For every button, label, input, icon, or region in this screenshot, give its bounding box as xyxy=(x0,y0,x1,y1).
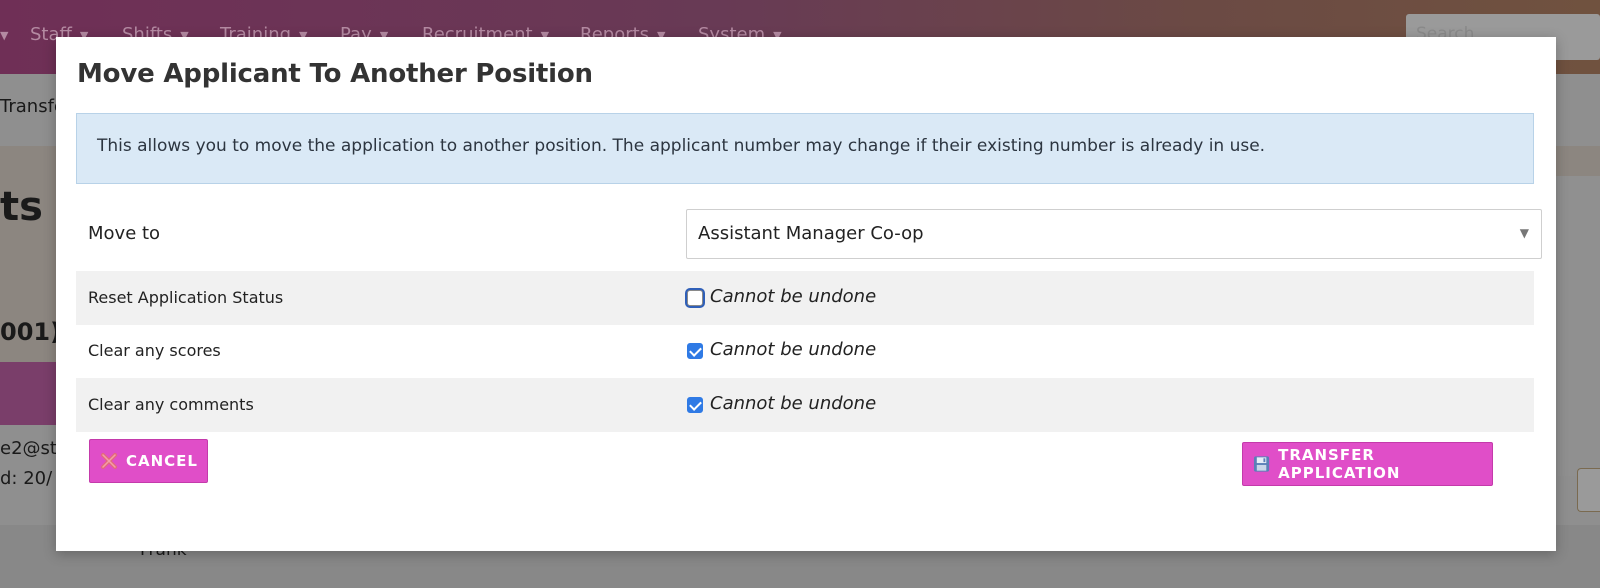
clear-scores-label: Clear any scores xyxy=(88,341,221,360)
date-fragment: d: 20/ xyxy=(0,468,53,489)
chevron-down-icon: ▼ xyxy=(1519,226,1529,240)
clear-scores-row: Clear any scores Cannot be undone xyxy=(76,325,1534,378)
page-subheading-fragment: 001) xyxy=(0,318,62,346)
comment-icon xyxy=(1577,468,1600,512)
modal-title: Move Applicant To Another Position xyxy=(77,59,593,89)
clear-scores-note: Cannot be undone xyxy=(710,339,877,360)
clear-comments-note: Cannot be undone xyxy=(710,393,877,414)
clear-comments-label: Clear any comments xyxy=(88,395,254,414)
position-select-value: Assistant Manager Co-op xyxy=(698,223,924,244)
nav-caret-icon: ▼ xyxy=(0,28,9,42)
cancel-icon xyxy=(101,453,117,469)
move-applicant-modal: Move Applicant To Another Position This … xyxy=(56,37,1556,551)
reset-status-note: Cannot be undone xyxy=(710,286,877,307)
clear-comments-checkbox[interactable] xyxy=(687,397,703,413)
transfer-application-button[interactable]: TRANSFER APPLICATION xyxy=(1242,442,1493,486)
clear-comments-row: Clear any comments Cannot be undone xyxy=(76,378,1534,432)
move-to-row: Move to Assistant Manager Co-op ▼ xyxy=(76,197,1542,271)
reset-status-label: Reset Application Status xyxy=(88,288,284,307)
cancel-button-label: CANCEL xyxy=(126,452,198,470)
position-select[interactable]: Assistant Manager Co-op ▼ xyxy=(686,209,1542,259)
cancel-button[interactable]: CANCEL xyxy=(89,439,208,483)
reset-status-checkbox[interactable] xyxy=(687,290,703,306)
reset-status-row: Reset Application Status Cannot be undon… xyxy=(76,271,1534,325)
move-to-label: Move to xyxy=(88,223,161,244)
transfer-button-label: TRANSFER APPLICATION xyxy=(1278,446,1401,482)
clear-scores-checkbox[interactable] xyxy=(687,343,703,359)
info-alert: This allows you to move the application … xyxy=(76,113,1534,184)
save-icon xyxy=(1253,456,1270,472)
page-heading-fragment: ts xyxy=(0,184,43,230)
